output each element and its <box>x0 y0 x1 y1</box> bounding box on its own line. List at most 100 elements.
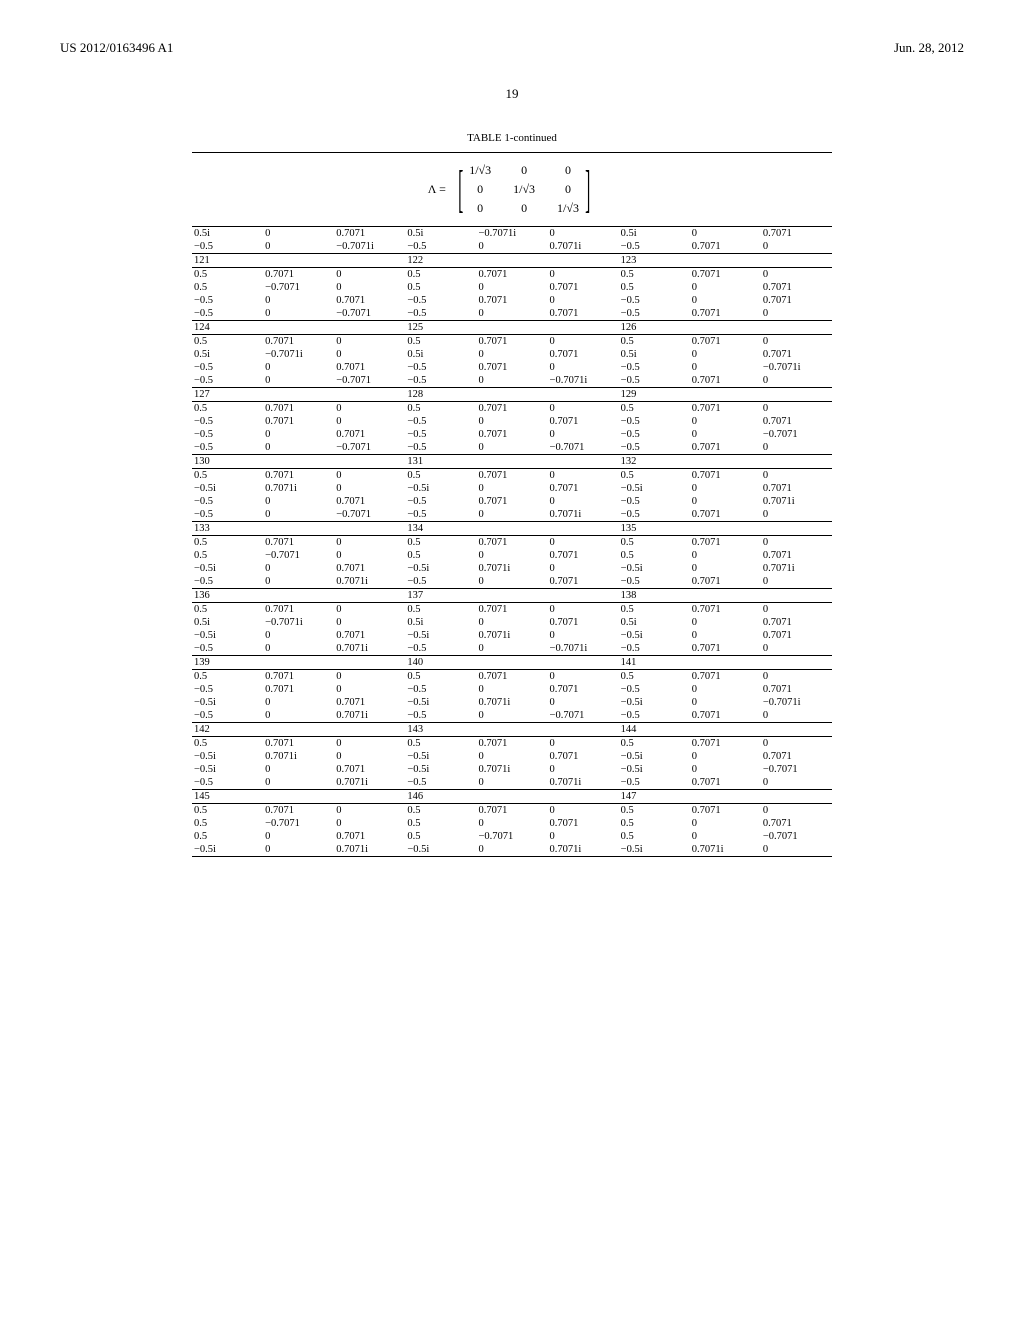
table-cell: −0.7071 <box>334 374 405 388</box>
table-cell: 0.7071 <box>263 670 334 684</box>
table-cell: 0.7071 <box>761 683 832 696</box>
table-cell: −0.5 <box>619 441 690 455</box>
table-cell: 0.7071i <box>476 763 547 776</box>
table-cell: 0 <box>263 508 334 522</box>
table-cell: −0.5i <box>405 843 476 857</box>
table-cell: 0 <box>334 268 405 282</box>
table-row: −0.5i00.7071−0.5i0.7071i0−0.5i00.7071 <box>192 629 832 642</box>
table-cell: 0.7071 <box>476 361 547 374</box>
table-cell: 0 <box>476 307 547 321</box>
table-cell: −0.5 <box>619 374 690 388</box>
table-cell: 0 <box>690 428 761 441</box>
table-cell: 0 <box>334 469 405 483</box>
table-cell: 0.7071i <box>548 240 619 254</box>
table-cell: 0 <box>548 402 619 416</box>
table-cell: −0.5 <box>192 683 263 696</box>
table-cell: −0.5 <box>619 776 690 790</box>
table-cell: 0.7071i <box>263 750 334 763</box>
table-cell: 0.7071i <box>334 843 405 857</box>
table-cell: −0.7071 <box>761 830 832 843</box>
table-cell: 0.5 <box>619 536 690 550</box>
table-cell: 0.7071 <box>548 616 619 629</box>
table-cell: −0.5 <box>405 495 476 508</box>
table-cell: −0.5 <box>619 683 690 696</box>
index-cell: 124 <box>192 321 405 335</box>
table-cell: 0 <box>690 616 761 629</box>
table-cell: 0.5 <box>619 737 690 751</box>
table-cell: 0 <box>476 415 547 428</box>
table-cell: 0 <box>476 549 547 562</box>
table-cell: −0.7071i <box>548 374 619 388</box>
table-cell: 0.5 <box>405 804 476 818</box>
table-cell: −0.5i <box>405 482 476 495</box>
index-row: 139140141 <box>192 656 832 670</box>
index-cell: 142 <box>192 723 405 737</box>
table-cell: 0 <box>476 683 547 696</box>
table-cell: −0.5 <box>192 776 263 790</box>
table-cell: −0.5i <box>405 629 476 642</box>
table-cell: 0.5 <box>619 402 690 416</box>
table-cell: 0.5 <box>405 402 476 416</box>
table-cell: −0.5 <box>405 441 476 455</box>
table-row: −0.50−0.7071−0.50−0.7071i−0.50.70710 <box>192 374 832 388</box>
table-cell: 0.7071 <box>690 776 761 790</box>
table-cell: 0.7071i <box>334 776 405 790</box>
table-cell: 0 <box>761 335 832 349</box>
table-cell: −0.5 <box>619 428 690 441</box>
table-cell: 0 <box>761 240 832 254</box>
table-cell: 0 <box>263 240 334 254</box>
table-cell: 0.5 <box>192 549 263 562</box>
index-cell: 125 <box>405 321 618 335</box>
table-cell: 0.7071 <box>690 508 761 522</box>
right-bracket-icon: ] <box>585 164 590 216</box>
table-cell: 0.7071 <box>548 307 619 321</box>
table-cell: 0.7071 <box>690 737 761 751</box>
table-cell: 0 <box>334 737 405 751</box>
table-cell: 0.7071 <box>263 683 334 696</box>
table-cell: −0.5 <box>405 294 476 307</box>
table-cell: 0 <box>761 307 832 321</box>
table-cell: 0.5i <box>405 227 476 240</box>
table-cell: 0.7071 <box>334 763 405 776</box>
table-cell: 0 <box>548 268 619 282</box>
table-cell: 0 <box>263 575 334 589</box>
table-cell: 0 <box>548 536 619 550</box>
table-cell: −0.5i <box>405 763 476 776</box>
left-bracket-icon: [ <box>458 164 463 216</box>
index-row: 142143144 <box>192 723 832 737</box>
table-cell: 0.7071 <box>476 670 547 684</box>
table-cell: −0.5 <box>405 776 476 790</box>
table-cell: 0.5 <box>192 268 263 282</box>
table-cell: 0 <box>548 428 619 441</box>
table-row: 0.50.707100.50.707100.50.70710 <box>192 670 832 684</box>
table-cell: 0 <box>263 294 334 307</box>
table-cell: −0.7071 <box>263 281 334 294</box>
table-cell: 0 <box>548 670 619 684</box>
table-cell: 0.7071 <box>548 549 619 562</box>
table-cell: −0.7071 <box>761 763 832 776</box>
table-cell: −0.5 <box>192 294 263 307</box>
table-cell: 0.7071 <box>548 817 619 830</box>
table-cell: 0.7071 <box>761 616 832 629</box>
table-cell: 0.5 <box>619 268 690 282</box>
table-row: 0.50.707100.50.707100.50.70710 <box>192 536 832 550</box>
matrix-cell: 1/√3 <box>513 182 535 197</box>
table-cell: 0 <box>761 469 832 483</box>
table-cell: −0.5 <box>405 508 476 522</box>
table-row: −0.5i0.7071i0−0.5i00.7071−0.5i00.7071 <box>192 482 832 495</box>
table-cell: 0.5 <box>619 670 690 684</box>
index-cell: 145 <box>192 790 405 804</box>
table-cell: 0.7071i <box>334 709 405 723</box>
table-cell: −0.5i <box>192 763 263 776</box>
table-row: 0.50.707100.50.707100.50.70710 <box>192 402 832 416</box>
table-cell: −0.5i <box>192 750 263 763</box>
table-cell: 0 <box>476 817 547 830</box>
table-cell: 0 <box>548 804 619 818</box>
table-cell: 0 <box>690 817 761 830</box>
table-cell: 0.7071i <box>548 843 619 857</box>
table-cell: 0.7071 <box>690 709 761 723</box>
table-cell: 0.5 <box>619 817 690 830</box>
index-cell: 128 <box>405 388 618 402</box>
table-cell: 0 <box>334 750 405 763</box>
table-cell: 0.5 <box>192 603 263 617</box>
